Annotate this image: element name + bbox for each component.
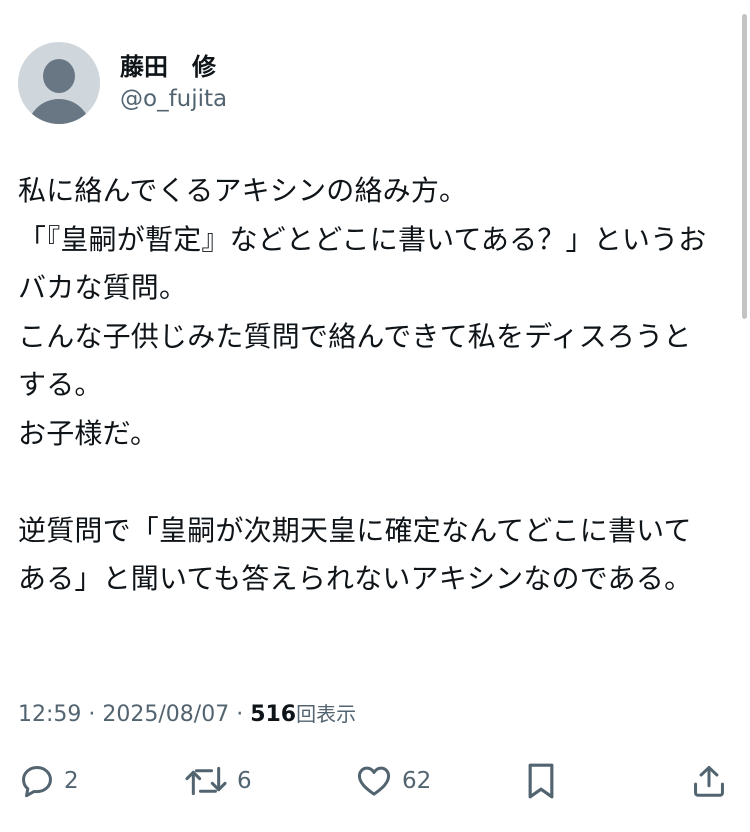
user-names: 藤田 修 @o_fujita — [120, 51, 227, 115]
tweet-meta: 12:59 · 2025/08/07 · 516回表示 — [18, 698, 356, 731]
share-button[interactable] — [690, 756, 728, 806]
share-icon — [694, 766, 724, 797]
like-button[interactable]: 62 — [354, 756, 431, 806]
view-count: 516 — [250, 702, 297, 727]
views-label: 回表示 — [296, 702, 357, 726]
bookmark-icon — [528, 763, 554, 799]
tweet-date[interactable]: 2025/08/07 — [102, 702, 229, 727]
reply-icon — [22, 766, 52, 798]
tweet-text: 私に絡んでくるアキシンの絡み方。 「『皇嗣が暫定』などとどこに書いてある？」とい… — [18, 174, 707, 595]
like-count: 62 — [402, 768, 432, 794]
reply-button[interactable]: 2 — [18, 756, 79, 806]
meta-separator: · — [81, 702, 103, 727]
avatar-head-shape — [43, 59, 75, 93]
user-handle[interactable]: @o_fujita — [120, 83, 227, 115]
retweet-button[interactable]: 6 — [183, 756, 252, 806]
bookmark-button[interactable] — [524, 756, 558, 806]
tweet-time[interactable]: 12:59 — [18, 702, 81, 727]
avatar[interactable] — [18, 42, 100, 124]
tweet-header: 藤田 修 @o_fujita — [18, 42, 227, 124]
retweet-icon — [185, 766, 227, 796]
meta-separator: · — [229, 702, 251, 727]
display-name[interactable]: 藤田 修 — [120, 51, 227, 83]
scrollbar[interactable] — [742, 14, 747, 319]
retweet-count: 6 — [237, 768, 252, 794]
reply-count: 2 — [64, 768, 79, 794]
action-bar: 2 6 62 — [0, 756, 750, 806]
avatar-body-shape — [27, 99, 91, 124]
heart-icon — [357, 766, 391, 796]
